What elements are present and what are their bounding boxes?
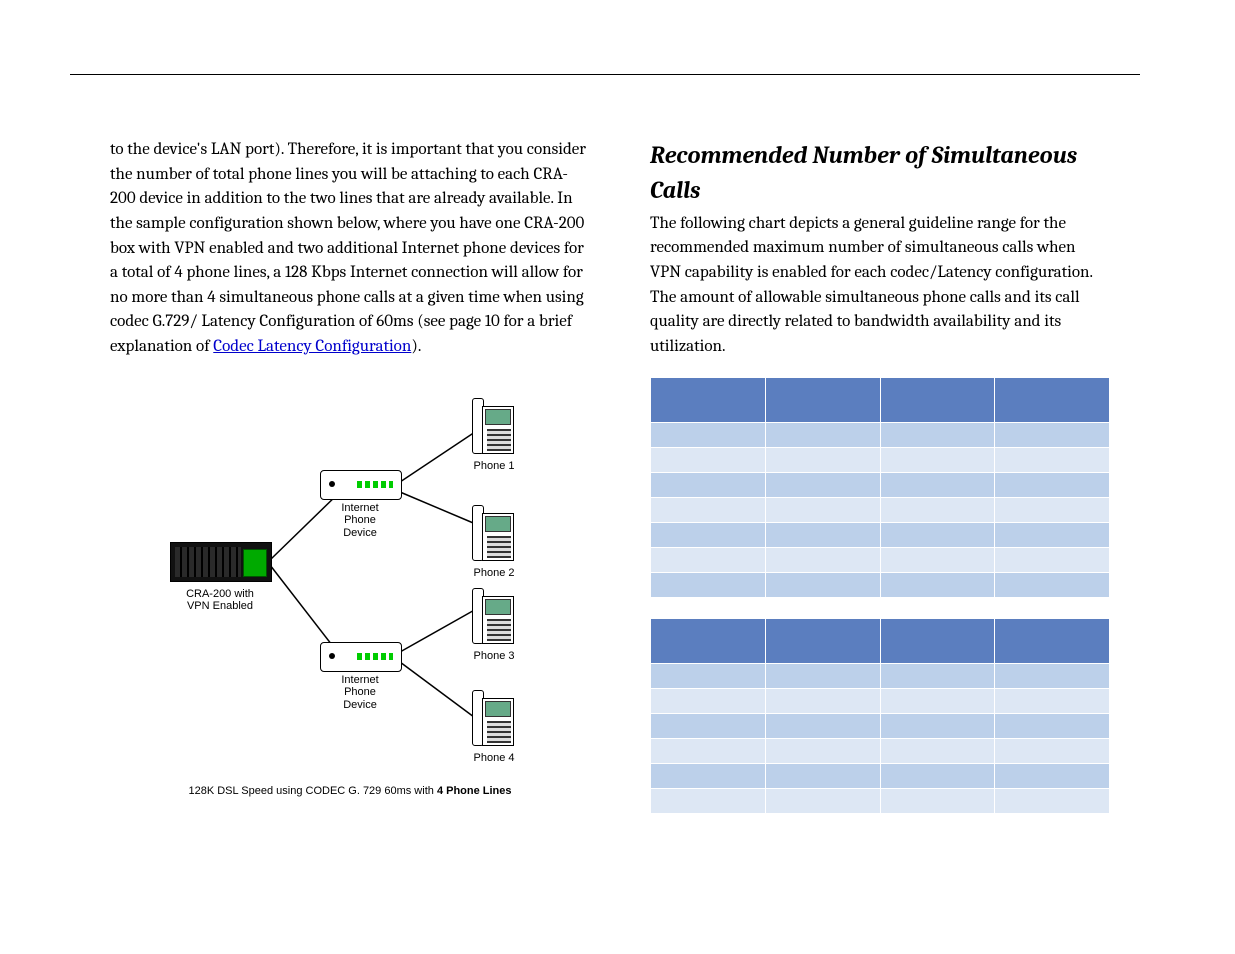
- table-cell: [651, 473, 766, 498]
- table-cell: [880, 739, 995, 764]
- internet-phone-device-icon: [320, 642, 402, 672]
- table-cell: [880, 498, 995, 523]
- table-row: [651, 664, 1110, 689]
- table-cell: [880, 523, 995, 548]
- table-cell: [765, 548, 880, 573]
- table-row: [651, 473, 1110, 498]
- table-cell: [651, 689, 766, 714]
- table-cell: [880, 573, 995, 598]
- table-cell: [880, 789, 995, 814]
- table-cell: [765, 448, 880, 473]
- table-row: [651, 498, 1110, 523]
- table-row: [651, 523, 1110, 548]
- phone3-label: Phone 3: [466, 650, 522, 663]
- table-cell: [765, 498, 880, 523]
- cra200-device-icon: [170, 542, 272, 582]
- table-cell: [880, 548, 995, 573]
- network-diagram: CRA-200 with VPN Enabled Internet Phone …: [110, 390, 590, 820]
- phone-icon: [472, 588, 514, 642]
- phone2-label: Phone 2: [466, 567, 522, 580]
- table-cell: [880, 423, 995, 448]
- table-row: [651, 448, 1110, 473]
- recommendation-table-1: [650, 377, 1110, 598]
- table-cell: [765, 664, 880, 689]
- phone-icon: [472, 690, 514, 744]
- header-rule: [70, 74, 1140, 75]
- table-cell: [995, 664, 1110, 689]
- table-cell: [765, 423, 880, 448]
- body-text: to the device's LAN port). Therefore, it…: [110, 140, 586, 356]
- left-column: to the device's LAN port). Therefore, it…: [110, 138, 590, 820]
- table-cell: [995, 573, 1110, 598]
- ata-label-bottom: Internet Phone Device: [320, 674, 400, 712]
- table-cell: [651, 523, 766, 548]
- table-cell: [880, 689, 995, 714]
- table-cell: [651, 498, 766, 523]
- two-column-layout: to the device's LAN port). Therefore, it…: [110, 138, 1105, 820]
- cra200-label: CRA-200 with VPN Enabled: [170, 588, 270, 613]
- table-row: [651, 714, 1110, 739]
- table-row: [651, 548, 1110, 573]
- table-cell: [651, 423, 766, 448]
- table-cell: [765, 573, 880, 598]
- table-cell: [651, 548, 766, 573]
- table-cell: [995, 789, 1110, 814]
- ata-label-top: Internet Phone Device: [320, 502, 400, 540]
- right-column: Recommended Number of Simultaneous Calls…: [650, 138, 1110, 820]
- table-cell: [995, 548, 1110, 573]
- codec-latency-link[interactable]: Codec Latency Configuration: [213, 337, 411, 356]
- table-cell: [995, 473, 1110, 498]
- body-text-tail: ).: [411, 337, 421, 356]
- table-cell: [765, 764, 880, 789]
- table-cell: [995, 739, 1110, 764]
- table-cell: [995, 498, 1110, 523]
- document-page: to the device's LAN port). Therefore, it…: [0, 0, 1235, 954]
- table-cell: [765, 789, 880, 814]
- table-cell: [765, 523, 880, 548]
- table-cell: [880, 714, 995, 739]
- table-cell: [995, 689, 1110, 714]
- table-row: [651, 789, 1110, 814]
- table-cell: [651, 448, 766, 473]
- table-cell: [651, 573, 766, 598]
- body-paragraph: to the device's LAN port). Therefore, it…: [110, 138, 590, 360]
- internet-phone-device-icon: [320, 470, 402, 500]
- table-cell: [651, 764, 766, 789]
- table-row: [651, 423, 1110, 448]
- phone-icon: [472, 505, 514, 559]
- table-row: [651, 739, 1110, 764]
- table-cell: [995, 523, 1110, 548]
- table-cell: [651, 739, 766, 764]
- table-cell: [880, 764, 995, 789]
- table-cell: [765, 473, 880, 498]
- table-cell: [995, 423, 1110, 448]
- table-cell: [765, 689, 880, 714]
- table-cell: [995, 448, 1110, 473]
- table-cell: [995, 764, 1110, 789]
- section-body: The following chart depicts a general gu…: [650, 212, 1110, 360]
- table-cell: [765, 714, 880, 739]
- table-cell: [880, 664, 995, 689]
- phone1-label: Phone 1: [466, 460, 522, 473]
- table-row: [651, 764, 1110, 789]
- table-cell: [651, 714, 766, 739]
- table-cell: [880, 448, 995, 473]
- section-heading: Recommended Number of Simultaneous Calls: [650, 138, 1110, 208]
- table-row: [651, 689, 1110, 714]
- table-cell: [765, 739, 880, 764]
- diagram-caption: 128K DSL Speed using CODEC G. 729 60ms w…: [110, 784, 590, 800]
- phone-icon: [472, 398, 514, 452]
- table-cell: [651, 664, 766, 689]
- recommendation-table-2: [650, 618, 1110, 814]
- table-row: [651, 573, 1110, 598]
- table-cell: [651, 789, 766, 814]
- table-cell: [995, 714, 1110, 739]
- phone4-label: Phone 4: [466, 752, 522, 765]
- table-cell: [880, 473, 995, 498]
